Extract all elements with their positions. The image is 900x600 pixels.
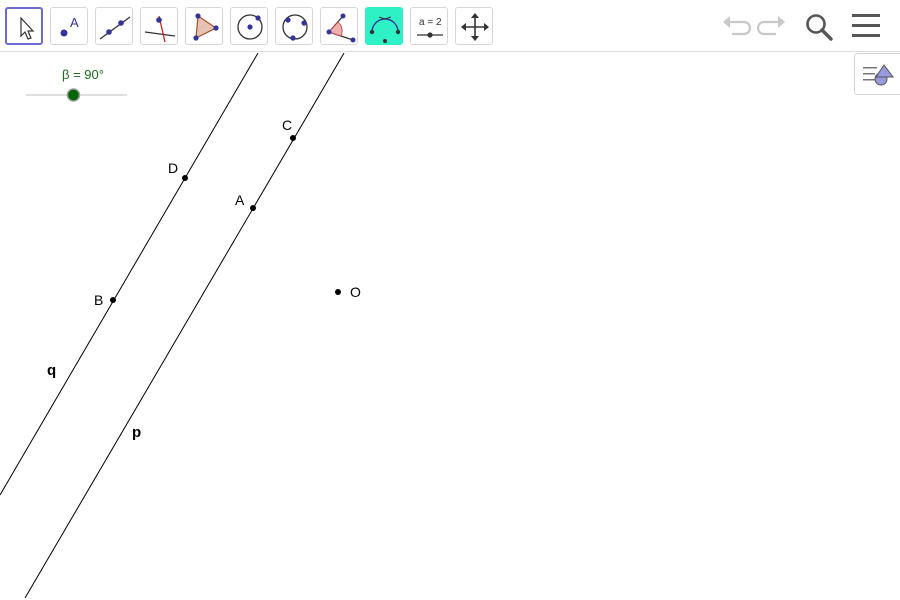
point-o[interactable] (335, 289, 341, 295)
point-c[interactable] (290, 135, 296, 141)
perpendicular-line-icon (144, 15, 176, 43)
line-p[interactable] (24, 53, 345, 599)
undo-button[interactable] (718, 8, 754, 44)
slider-tool-button[interactable]: a = 2 (410, 7, 448, 45)
perpendicular-line-tool-button[interactable] (140, 7, 178, 45)
polygon-icon (193, 13, 219, 41)
line-q-label: q (47, 362, 57, 379)
circle-three-points-tool-button[interactable] (275, 7, 313, 45)
point-c-label: C (282, 117, 293, 133)
slider-tool-glyph: a = 2 (419, 17, 442, 28)
line-q[interactable] (0, 53, 259, 496)
graphics-view[interactable] (0, 53, 900, 600)
point-d[interactable] (182, 175, 188, 181)
style-bar-toggle-button[interactable] (854, 53, 900, 95)
circle-three-points-icon (282, 14, 308, 41)
point-b[interactable] (110, 297, 116, 303)
move-tool-button[interactable] (5, 7, 43, 45)
style-bar-icon (863, 64, 894, 86)
point-icon: A (60, 15, 79, 37)
reflect-tool-button[interactable] (365, 7, 403, 45)
move-graphics-view-tool-button[interactable] (455, 7, 493, 45)
angle-tool-button[interactable] (320, 7, 358, 45)
line-p-label: p (132, 424, 142, 441)
redo-button[interactable] (754, 8, 790, 44)
angle-icon (326, 13, 356, 43)
slider-label: β = 90° (62, 67, 104, 82)
point-tool-glyph: A (70, 15, 79, 30)
menu-button[interactable] (848, 8, 884, 44)
toolbar: A a = 2 (0, 0, 900, 52)
cursor-arrow-icon (20, 16, 35, 40)
slider-knob[interactable] (66, 88, 81, 102)
point-d-label: D (168, 160, 179, 176)
point-a-label: A (235, 192, 245, 208)
menu-icon (852, 14, 880, 37)
point-a[interactable] (250, 205, 256, 211)
polygon-tool-button[interactable] (185, 7, 223, 45)
search-icon (806, 14, 833, 41)
search-button[interactable] (800, 8, 836, 44)
point-b-label: B (94, 292, 104, 308)
circle-center-point-tool-button[interactable] (230, 7, 268, 45)
slider-icon: a = 2 (417, 17, 443, 38)
point-tool-button[interactable]: A (50, 7, 88, 45)
line-icon (99, 16, 131, 40)
redo-icon (756, 16, 785, 36)
undo-icon (723, 16, 752, 36)
reflect-arc-icon (369, 16, 401, 43)
circle-center-icon (237, 14, 263, 40)
move-arrows-icon (461, 13, 489, 41)
point-o-label: O (350, 284, 361, 300)
line-tool-button[interactable] (95, 7, 133, 45)
